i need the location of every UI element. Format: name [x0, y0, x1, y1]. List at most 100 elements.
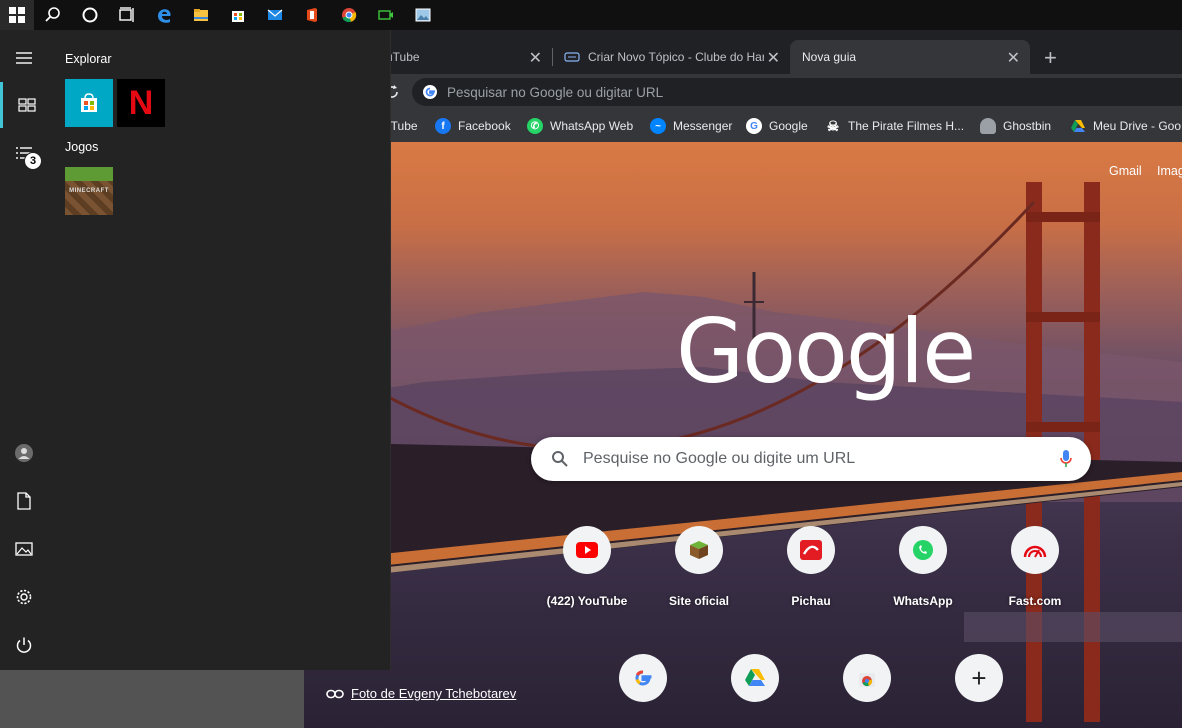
- bridge-illustration: [304, 182, 1182, 722]
- shortcut-web-store[interactable]: [811, 654, 923, 702]
- bookmark-label: WhatsApp Web: [550, 119, 634, 133]
- youtube-icon: [576, 542, 598, 558]
- store-icon: [231, 11, 244, 22]
- shortcut-tile: +: [955, 654, 1003, 702]
- plus-icon: +: [971, 663, 987, 693]
- microphone-icon[interactable]: [1059, 449, 1073, 469]
- pictures-button[interactable]: [0, 526, 48, 572]
- notification-badge: 3: [24, 152, 42, 170]
- bookmark-google[interactable]: G Google: [746, 110, 808, 142]
- google-g-icon: [423, 85, 437, 99]
- xbox-button[interactable]: [367, 0, 404, 30]
- whatsapp-icon: ✆: [527, 118, 543, 134]
- mail-icon: [267, 9, 282, 20]
- power-button[interactable]: [0, 622, 48, 668]
- shortcut-google[interactable]: [587, 654, 699, 702]
- netflix-logo: N: [128, 83, 154, 122]
- messenger-icon: ~: [650, 118, 666, 134]
- cortana-icon: [82, 7, 97, 23]
- shortcut-tile: [843, 654, 891, 702]
- shortcut-add[interactable]: +: [923, 654, 1035, 702]
- bookmark-label: Meu Drive - Goo: [1093, 119, 1182, 133]
- photo-credit-link[interactable]: Foto de Evgeny Tchebotarev: [326, 686, 516, 701]
- tab-clube-do-hardware[interactable]: Criar Novo Tópico - Clube do Har ✕: [554, 40, 790, 74]
- documents-button[interactable]: [0, 478, 48, 524]
- close-icon[interactable]: ✕: [1007, 48, 1020, 68]
- shortcut-google-drive[interactable]: [699, 654, 811, 702]
- search-button[interactable]: [34, 0, 71, 30]
- bookmark-whatsapp-web[interactable]: ✆ WhatsApp Web: [527, 110, 633, 142]
- tab-title: Criar Novo Tópico - Clube do Har: [588, 50, 764, 64]
- photos-button[interactable]: [404, 0, 441, 30]
- shortcut-whatsapp[interactable]: WhatsApp: [867, 526, 979, 608]
- bookmark-ghostbin[interactable]: Ghostbin: [980, 110, 1051, 142]
- bookmark-label: Ghostbin: [1003, 119, 1052, 133]
- tab-nova-guia[interactable]: Nova guia ✕: [790, 40, 1030, 74]
- desktop-area: [0, 670, 304, 728]
- start-button[interactable]: [0, 0, 34, 30]
- gear-icon: [16, 589, 32, 605]
- google-logo: Google: [676, 300, 976, 403]
- shortcut-label: (422) YouTube: [546, 594, 628, 608]
- shortcut-tile: [787, 526, 835, 574]
- ghost-icon: [980, 118, 996, 134]
- pictures-icon: [15, 542, 33, 556]
- shortcut-site-oficial[interactable]: Site oficial: [643, 526, 755, 608]
- office-button[interactable]: [293, 0, 330, 30]
- omnibox[interactable]: Pesquisar no Google ou digitar URL: [412, 78, 1182, 106]
- expand-menu-button[interactable]: [0, 35, 48, 81]
- facebook-icon: f: [435, 118, 451, 134]
- bookmarks-bar: uTube f Facebook ✆ WhatsApp Web ~ Messen…: [304, 110, 1182, 142]
- store-button[interactable]: [219, 0, 256, 30]
- shortcut-label: Fast.com: [1008, 594, 1062, 608]
- office-icon: [306, 8, 317, 22]
- mail-button[interactable]: [256, 0, 293, 30]
- settings-button[interactable]: [0, 574, 48, 620]
- tiles-icon: [18, 98, 36, 112]
- bookmark-messenger[interactable]: ~ Messenger: [650, 110, 732, 142]
- bookmark-pirate-filmes[interactable]: ☠ The Pirate Filmes H...: [825, 110, 964, 142]
- hamburger-icon: [16, 52, 32, 64]
- ntp-search-box[interactable]: Pesquise no Google ou digite um URL: [531, 437, 1091, 481]
- cortana-button[interactable]: [71, 0, 108, 30]
- shortcut-fast-com[interactable]: Fast.com: [979, 526, 1091, 608]
- task-view-button[interactable]: [108, 0, 145, 30]
- tile-microsoft-store[interactable]: [65, 79, 113, 127]
- gmail-link[interactable]: Gmail: [1109, 164, 1142, 178]
- new-tab-button[interactable]: +: [1044, 45, 1057, 71]
- pirate-skull-icon: ☠: [826, 117, 840, 134]
- bookmark-meu-drive[interactable]: Meu Drive - Goo: [1070, 110, 1181, 142]
- tab-title: Nova guia: [802, 50, 857, 64]
- close-icon[interactable]: ✕: [529, 48, 542, 68]
- shortcut-label: Pichau: [791, 594, 831, 608]
- close-icon[interactable]: ✕: [767, 48, 780, 68]
- tab-divider: [552, 48, 553, 66]
- chrome-button[interactable]: [330, 0, 367, 30]
- site-favicon-icon: [564, 52, 580, 62]
- file-explorer-icon: [193, 9, 208, 21]
- bookmark-label: Facebook: [458, 119, 511, 133]
- shortcut-youtube[interactable]: (422) YouTube: [531, 526, 643, 608]
- shortcut-pichau[interactable]: Pichau: [755, 526, 867, 608]
- new-tab-page: Gmail Imag Google Pesquise no Google ou …: [304, 142, 1182, 728]
- google-drive-icon: [745, 669, 765, 686]
- all-apps-button[interactable]: 3: [0, 130, 48, 176]
- whatsapp-icon: [913, 540, 933, 560]
- photos-icon: [415, 8, 430, 22]
- bookmark-label: Google: [769, 119, 808, 133]
- speedometer-icon: [1023, 545, 1047, 558]
- images-link[interactable]: Imag: [1157, 164, 1182, 178]
- bookmark-facebook[interactable]: f Facebook: [435, 110, 511, 142]
- account-button[interactable]: [0, 430, 48, 476]
- tab-strip: uTube ✕ Criar Novo Tópico - Clube do Har…: [304, 30, 1182, 74]
- minecraft-block-icon: [690, 541, 708, 559]
- edge-button[interactable]: [145, 0, 182, 30]
- tile-netflix[interactable]: N: [117, 79, 165, 127]
- grass-layer: [65, 167, 113, 181]
- user-avatar-icon: [15, 444, 33, 462]
- shortcut-tile: [675, 526, 723, 574]
- tiles-view-button[interactable]: [0, 82, 51, 128]
- file-explorer-button[interactable]: [182, 0, 219, 30]
- task-view-icon: [118, 7, 134, 22]
- tile-minecraft[interactable]: MINECRAFT: [65, 167, 113, 215]
